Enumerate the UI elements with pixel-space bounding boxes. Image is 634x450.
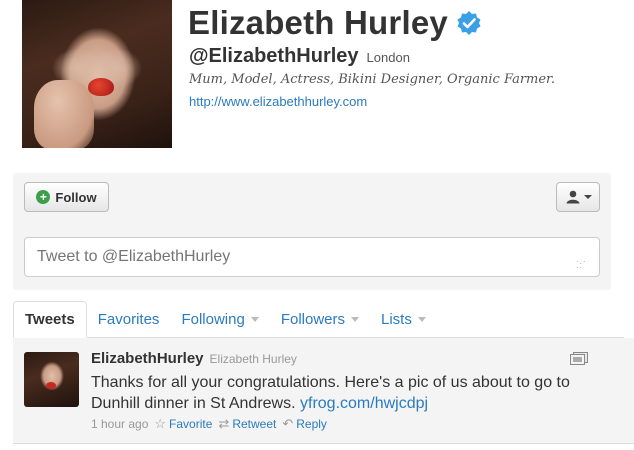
resize-grip-icon[interactable]: . ..: [576, 255, 590, 270]
tab-tweets[interactable]: Tweets [13, 301, 87, 338]
chevron-down-icon [417, 316, 426, 322]
avatar-hand [34, 80, 94, 148]
tweet-header: ElizabethHurley Elizabeth Hurley [91, 350, 297, 367]
tweet-screen-name[interactable]: ElizabethHurley [91, 350, 204, 367]
favorite-label: Favorite [169, 417, 213, 431]
retweet-icon: ⇄ [218, 416, 230, 431]
profile-name: Elizabeth Hurley [188, 4, 448, 41]
profile-name-row: Elizabeth Hurley [188, 4, 482, 42]
verified-badge-icon [457, 11, 481, 35]
tweet-full-name: Elizabeth Hurley [209, 352, 297, 366]
tweet-link[interactable]: yfrog.com/hwjcdpj [300, 395, 428, 412]
tab-favorites[interactable]: Favorites [87, 301, 171, 337]
tweet-avatar[interactable] [24, 352, 79, 407]
profile-url-link[interactable]: http://www.elizabethhurley.com [189, 94, 367, 109]
reply-button[interactable]: ↶ Reply [282, 416, 327, 432]
profile-tabs: Tweets Favorites Following Followers Lis… [13, 301, 624, 338]
tab-followers[interactable]: Followers [270, 301, 370, 337]
profile-avatar[interactable] [22, 0, 172, 148]
tweet-actions: 1 hour ago ☆ Favorite ⇄ Retweet ↶ Reply [91, 416, 327, 432]
follow-button-label: Follow [55, 189, 97, 205]
tab-lists[interactable]: Lists [370, 301, 437, 337]
tab-lists-label: Lists [381, 310, 412, 328]
favorite-button[interactable]: ☆ Favorite [154, 416, 212, 432]
profile-bio: Mum, Model, Actress, Bikini Designer, Or… [189, 72, 555, 87]
tab-following-label: Following [181, 310, 245, 328]
tweet-to-input[interactable] [24, 237, 600, 277]
star-icon: ☆ [154, 416, 167, 431]
profile-handle: @ElizabethHurley [189, 45, 359, 67]
user-icon [566, 190, 579, 204]
chevron-down-icon [351, 316, 359, 322]
tab-followers-label: Followers [280, 310, 345, 328]
tab-tweets-label: Tweets [25, 311, 75, 328]
tab-favorites-label: Favorites [97, 310, 160, 328]
follow-button[interactable]: + Follow [24, 182, 109, 212]
plus-icon: + [36, 190, 51, 204]
reply-icon: ↶ [282, 416, 294, 431]
chevron-down-icon [583, 195, 592, 199]
media-icon[interactable] [570, 352, 588, 365]
retweet-label: Retweet [232, 417, 277, 431]
tweet-timestamp[interactable]: 1 hour ago [91, 417, 148, 431]
avatar-strawberry [88, 78, 114, 96]
profile-handle-row: @ElizabethHurley London [189, 45, 410, 68]
tweet-text: Thanks for all your congratulations. Her… [91, 372, 611, 414]
retweet-button[interactable]: ⇄ Retweet [218, 416, 276, 432]
chevron-down-icon [250, 316, 259, 322]
profile-location: London [366, 50, 410, 65]
user-actions-menu-button[interactable] [556, 182, 600, 212]
tab-following[interactable]: Following [170, 301, 269, 337]
avatar-strawberry [46, 382, 56, 389]
reply-label: Reply [296, 417, 327, 431]
